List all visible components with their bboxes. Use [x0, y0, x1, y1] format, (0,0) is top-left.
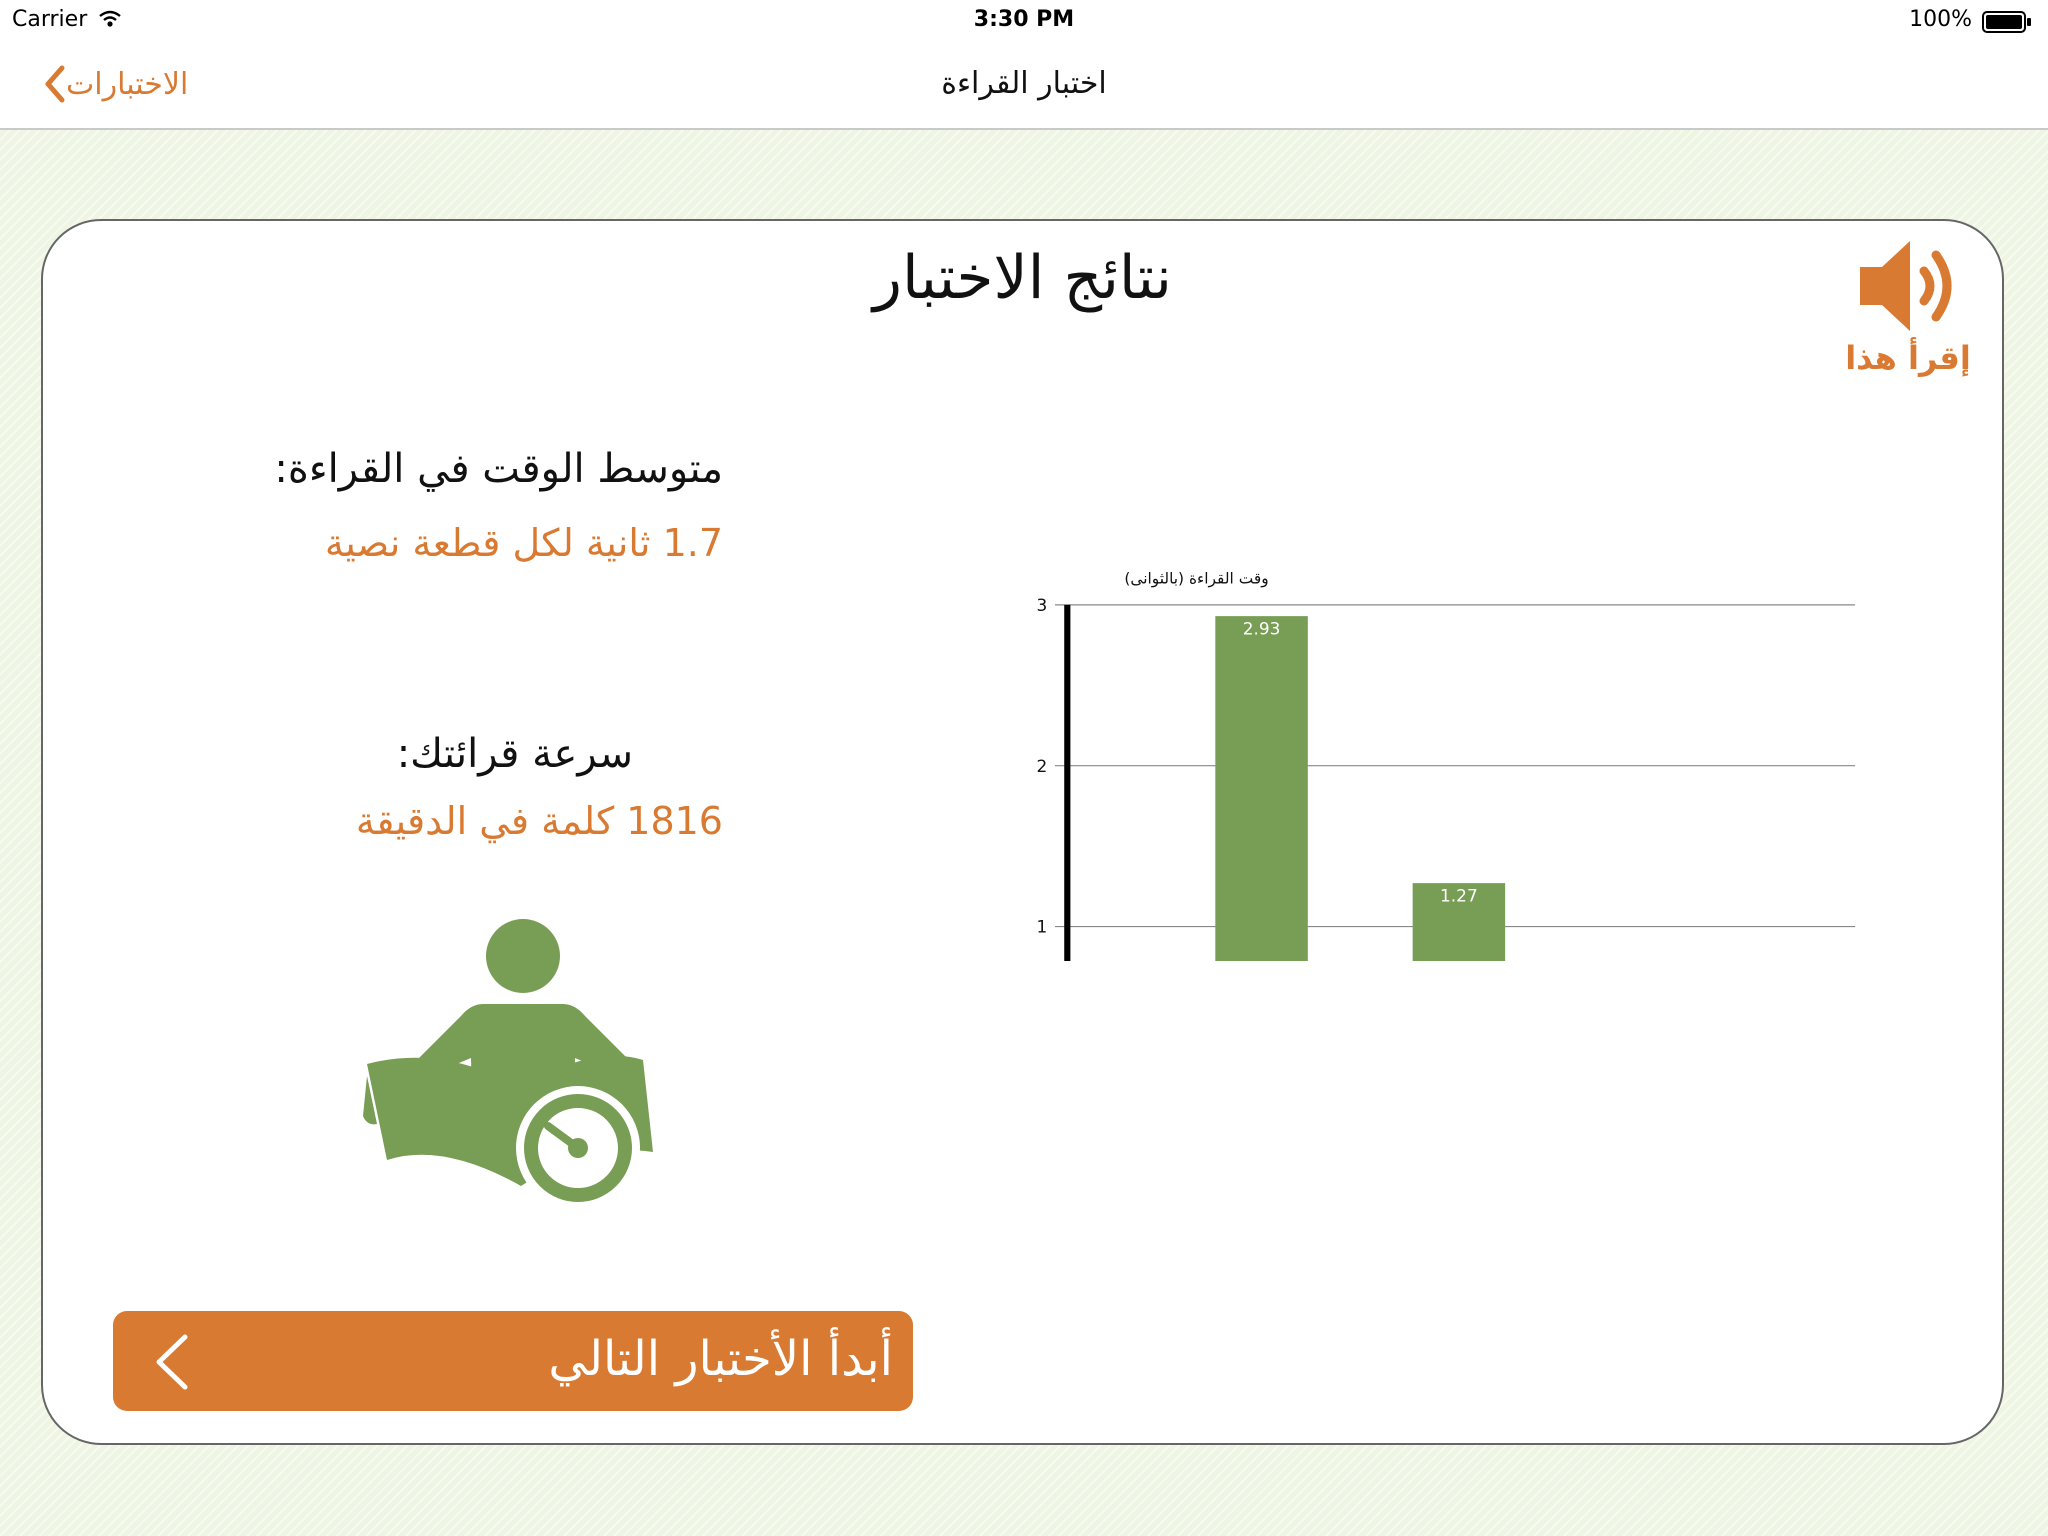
- chevron-left-icon: [156, 1334, 188, 1390]
- status-bar: Carrier 3:30 PM 100%: [0, 0, 2048, 42]
- y-tick-label: 1: [1036, 917, 1047, 937]
- y-tick-label: 2: [1036, 756, 1047, 776]
- start-next-test-label: أبدأ الأختبار التالي: [548, 1331, 893, 1387]
- results-card: نتائج الاختبار إقرأ هذا متوسط الوقت في ا…: [41, 219, 2004, 1445]
- nav-title: اختبار القراءة: [941, 66, 1107, 101]
- reader-stopwatch-icon: [353, 916, 673, 1236]
- battery-percent: 100%: [1909, 7, 1972, 32]
- reading-speed-value: 1816 كلمة في الدقيقة: [355, 799, 723, 843]
- avg-time-value: 1.7 ثانية لكل قطعة نصية: [324, 521, 723, 565]
- bar-value-label: 2.93: [1243, 619, 1281, 639]
- navigation-bar: الاختبارات اختبار القراءة: [0, 42, 2048, 130]
- start-next-test-button[interactable]: أبدأ الأختبار التالي: [113, 1311, 913, 1411]
- y-tick-label: 3: [1036, 595, 1047, 615]
- reading-time-chart: وقت القراءة (بالثوانى) 123 2.931.270.75 …: [1036, 569, 1856, 961]
- status-time: 3:30 PM: [973, 7, 1075, 32]
- bar-value-label: 1.27: [1440, 886, 1478, 906]
- reading-speed-label: سرعة قرائتك:: [396, 731, 633, 777]
- y-axis-label: وقت القراءة (بالثوانى): [1124, 569, 1268, 587]
- bar: [1215, 616, 1308, 961]
- avg-time-label: متوسط الوقت في القراءة:: [274, 446, 723, 492]
- battery-icon: [1982, 11, 2032, 33]
